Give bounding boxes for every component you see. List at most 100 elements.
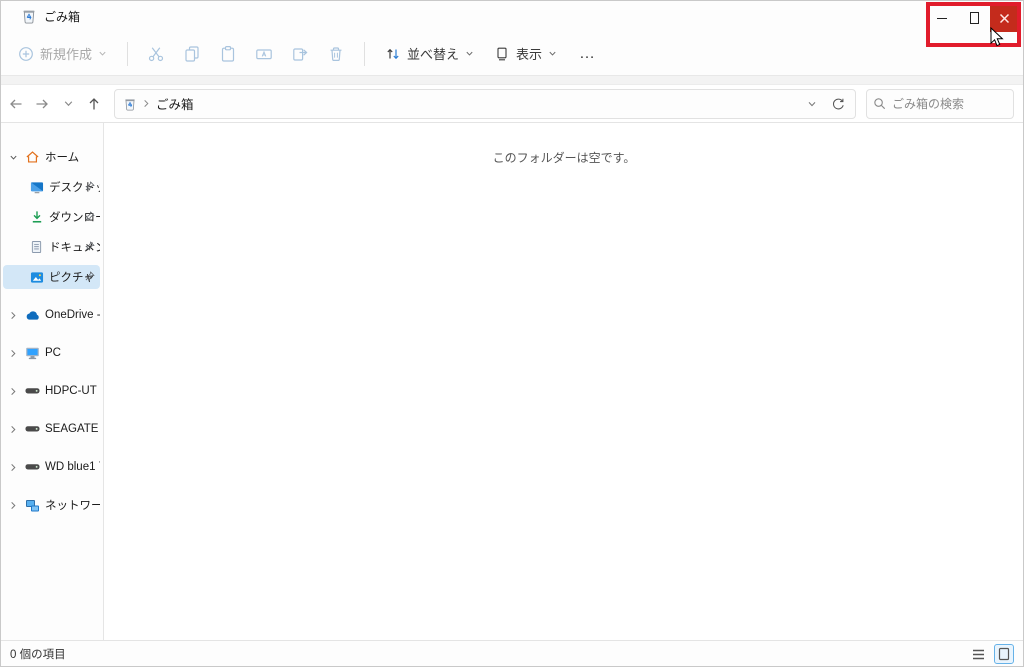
new-button[interactable]: 新規作成 (10, 39, 115, 68)
sidebar-item-network[interactable]: ネットワーク (3, 493, 100, 517)
chevron-right-icon[interactable] (6, 311, 20, 320)
hard-drive-icon (24, 425, 41, 433)
details-view-button[interactable] (968, 644, 988, 664)
search-box[interactable] (866, 88, 1014, 119)
sort-button-label: 並べ替え (407, 47, 460, 62)
titlebar: ごみ箱 (0, 0, 1024, 32)
forward-button[interactable] (30, 90, 54, 118)
navigation-sidebar: ホーム デスクトップ (0, 123, 104, 640)
cut-button[interactable] (143, 40, 169, 68)
sidebar-item-label: WD blue1 750gb (P:) (45, 461, 100, 473)
pin-icon (85, 181, 95, 191)
pin-icon (85, 271, 95, 281)
maximize-button[interactable] (958, 4, 990, 32)
search-icon (873, 97, 886, 110)
arrow-up-icon (89, 97, 99, 109)
maximize-icon (969, 12, 979, 24)
view-button-label: 表示 (516, 47, 543, 62)
sidebar-item-pictures[interactable]: ピクチャ (3, 265, 100, 289)
address-dropdown-button[interactable] (801, 92, 823, 116)
sidebar-item-label: ネットワーク (45, 500, 100, 512)
home-icon (24, 150, 41, 164)
paste-icon (221, 45, 235, 62)
sort-button[interactable]: 並べ替え (377, 39, 482, 68)
chevron-right-icon[interactable] (6, 463, 20, 472)
toolbar-separator (364, 41, 366, 66)
sidebar-item-downloads[interactable]: ダウンロード (3, 205, 100, 229)
toolbar-gap-strip (0, 76, 1024, 85)
breadcrumb-chevron-icon (142, 99, 150, 108)
sidebar-item-onedrive[interactable]: OneDrive - Personal (3, 303, 100, 327)
folder-content-area[interactable]: このフォルダーは空です。 (104, 123, 1024, 640)
address-row: ごみ箱 (0, 85, 1024, 123)
desktop-icon (28, 181, 45, 194)
address-bar[interactable]: ごみ箱 (114, 88, 856, 119)
pin-icon (85, 211, 95, 221)
search-input[interactable] (892, 96, 1007, 111)
close-icon (999, 13, 1009, 23)
sidebar-item-desktop[interactable]: デスクトップ (3, 175, 100, 199)
back-button[interactable] (4, 90, 28, 118)
chevron-down-icon (548, 49, 557, 58)
chevron-right-icon[interactable] (6, 501, 20, 510)
hard-drive-icon (24, 463, 41, 471)
scissors-icon (148, 46, 164, 61)
chevron-right-icon[interactable] (6, 349, 20, 358)
rename-icon (256, 48, 272, 59)
delete-button[interactable] (323, 40, 349, 68)
sidebar-item-documents[interactable]: ドキュメント (3, 235, 100, 259)
sidebar-item-home[interactable]: ホーム (3, 145, 100, 169)
sort-arrows-icon (387, 48, 399, 59)
copy-icon (185, 45, 199, 62)
recent-locations-button[interactable] (56, 90, 80, 118)
sidebar-item-drive-seagate[interactable]: SEAGATE Black 1tb ( (3, 417, 100, 441)
copy-button[interactable] (179, 40, 205, 68)
onedrive-icon (24, 310, 41, 321)
downloads-icon (28, 210, 45, 224)
arrow-left-icon (10, 99, 22, 108)
sidebar-item-pc[interactable]: PC (3, 341, 100, 365)
more-options-button[interactable]: … (569, 45, 606, 63)
chevron-down-icon (98, 49, 107, 58)
file-explorer-window: ごみ箱 新規作成 並べ替え 表示 … ごみ箱 ごみ箱の検索 ホーム デスクト ダ… (0, 0, 1024, 667)
documents-icon (28, 240, 45, 254)
sidebar-item-label: SEAGATE Black 1tb ( (45, 423, 100, 435)
thumbnail-view-icon (998, 647, 1010, 661)
network-icon (24, 499, 41, 512)
breadcrumb: ごみ箱 (124, 94, 795, 113)
chevron-right-icon[interactable] (6, 387, 20, 396)
refresh-icon (832, 98, 844, 109)
view-toggles (968, 644, 1014, 664)
sidebar-item-label: ホーム (45, 152, 80, 164)
rename-button[interactable] (251, 40, 277, 68)
sidebar-item-label: PC (45, 347, 61, 359)
window-controls (926, 4, 1018, 32)
pin-icon (85, 241, 95, 251)
up-button[interactable] (82, 90, 106, 118)
hard-drive-icon (24, 387, 41, 395)
pictures-icon (28, 271, 45, 284)
command-toolbar: 新規作成 並べ替え 表示 … (0, 32, 1024, 76)
chevron-down-icon[interactable] (6, 153, 20, 162)
recycle-bin-icon (124, 97, 136, 111)
window-title: ごみ箱 (44, 9, 81, 24)
sidebar-item-drive-wd-blue[interactable]: WD blue1 750gb (P:) (3, 455, 100, 479)
chevron-down-icon (64, 101, 72, 107)
pc-icon (24, 346, 41, 360)
sidebar-item-label: HDPC-UT (F:) (45, 385, 100, 397)
statusbar: 0 個の項目 (0, 640, 1024, 667)
chevron-right-icon[interactable] (6, 425, 20, 434)
thumbnail-view-button[interactable] (994, 644, 1014, 664)
paste-button[interactable] (215, 40, 241, 68)
share-button[interactable] (287, 40, 313, 68)
recycle-bin-icon (22, 8, 36, 24)
new-button-label: 新規作成 (40, 47, 93, 62)
refresh-button[interactable] (827, 92, 849, 116)
sidebar-item-drive-hdpc-ut[interactable]: HDPC-UT (F:) (3, 379, 100, 403)
chevron-down-icon (465, 49, 474, 58)
minimize-button[interactable] (926, 4, 958, 32)
view-button[interactable]: 表示 (486, 39, 565, 68)
breadcrumb-item[interactable]: ごみ箱 (156, 94, 194, 113)
sidebar-item-label: OneDrive - Personal (45, 309, 100, 321)
close-button[interactable] (990, 4, 1018, 32)
